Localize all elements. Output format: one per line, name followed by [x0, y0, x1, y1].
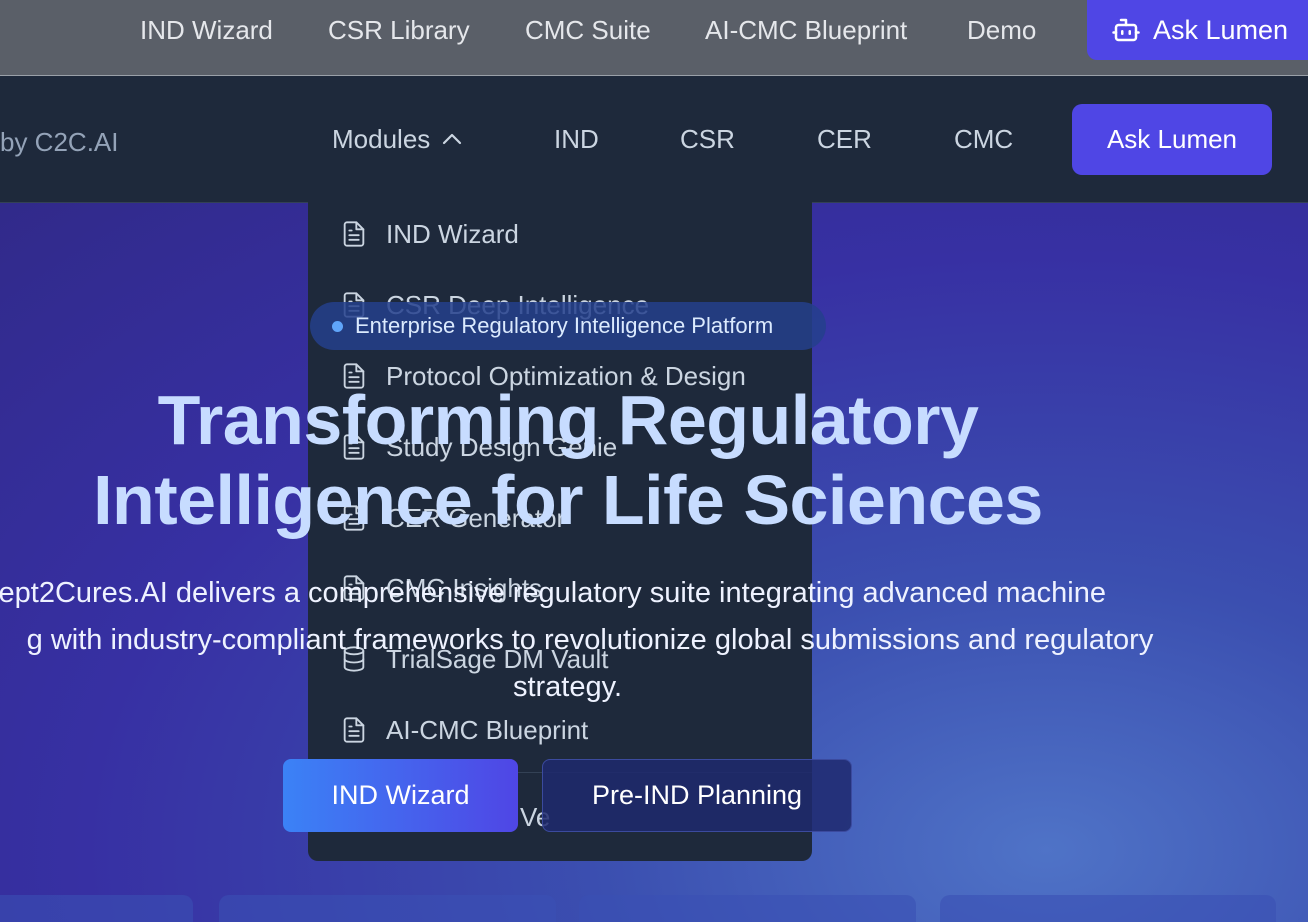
- headline-line-2: Intelligence for Life Sciences: [93, 461, 1043, 539]
- headline-line-1: Transforming Regulatory: [157, 381, 979, 459]
- dropdown-item-label: IND Wizard: [386, 218, 519, 249]
- chevron-up-icon: [443, 133, 462, 145]
- robot-icon: [1112, 18, 1140, 42]
- platform-badge: Enterprise Regulatory Intelligence Platf…: [310, 302, 826, 350]
- nav-link-cmc[interactable]: CMC: [954, 124, 1013, 155]
- nav-link-ind[interactable]: IND: [554, 124, 599, 155]
- dropdown-item-ind-wizard[interactable]: IND Wizard: [340, 214, 519, 254]
- top-link-ai-cmc-blueprint[interactable]: AI-CMC Blueprint: [705, 14, 907, 46]
- description-line-2: g with industry-compliant frameworks to …: [26, 624, 1154, 656]
- document-icon: [343, 221, 365, 247]
- top-link-csr-library[interactable]: CSR Library: [328, 14, 470, 46]
- hero-description: cept2Cures.AI delivers a comprehensive r…: [0, 570, 1308, 711]
- top-link-cmc-suite[interactable]: CMC Suite: [525, 14, 651, 46]
- feature-card: [579, 895, 916, 922]
- ind-wizard-button[interactable]: IND Wizard: [283, 759, 518, 832]
- brand-text: by C2C.AI: [0, 127, 119, 157]
- dropdown-item-label: AI-CMC Blueprint: [386, 714, 589, 745]
- hero-headline: Transforming Regulatory Intelligence for…: [0, 380, 1136, 540]
- description-line-1: cept2Cures.AI delivers a comprehensive r…: [0, 577, 1106, 609]
- main-nav: by C2C.AI Modules IND CSR CER CMC Ask Lu…: [0, 77, 1308, 203]
- badge-text: Enterprise Regulatory Intelligence Platf…: [355, 313, 774, 338]
- document-icon: [343, 717, 365, 743]
- feature-card: [0, 895, 193, 922]
- nav-ask-lumen-button[interactable]: Ask Lumen: [1072, 104, 1272, 175]
- top-link-demo[interactable]: Demo: [967, 14, 1036, 46]
- status-dot: [332, 321, 343, 332]
- nav-link-cer[interactable]: CER: [817, 124, 872, 155]
- top-ask-lumen-button[interactable]: Ask Lumen: [1087, 0, 1308, 60]
- nav-link-csr[interactable]: CSR: [680, 124, 735, 155]
- top-bar: IND Wizard CSR Library CMC Suite AI-CMC …: [0, 0, 1308, 76]
- top-link-ind-wizard[interactable]: IND Wizard: [140, 14, 273, 46]
- feature-card: [219, 895, 556, 922]
- top-ask-lumen-label: Ask Lumen: [1153, 15, 1289, 45]
- modules-menu-button[interactable]: Modules: [332, 124, 462, 155]
- dropdown-item-ai-cmc-blueprint[interactable]: AI-CMC Blueprint: [340, 710, 588, 750]
- pre-ind-planning-button[interactable]: Pre-IND Planning: [542, 759, 852, 832]
- modules-label: Modules: [332, 124, 431, 154]
- description-line-3: strategy.: [512, 671, 623, 703]
- feature-card: [940, 895, 1276, 922]
